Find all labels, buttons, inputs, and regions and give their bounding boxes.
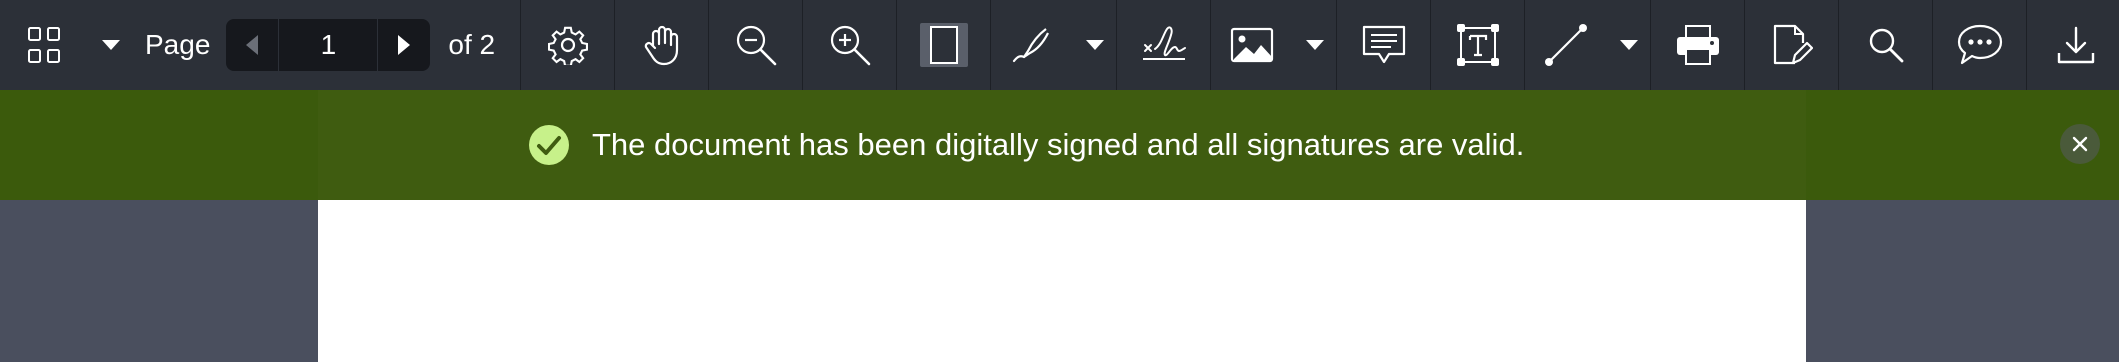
chevron-down-icon xyxy=(1619,40,1638,50)
zoom-out-icon xyxy=(736,25,776,66)
document-page[interactable] xyxy=(318,200,1806,362)
print-icon xyxy=(1676,25,1719,65)
search-button[interactable] xyxy=(1839,0,1933,90)
banner-close-button[interactable] xyxy=(2060,124,2100,164)
line-tool-button[interactable] xyxy=(1525,0,1607,90)
workspace-left xyxy=(0,200,318,362)
chevron-down-icon xyxy=(101,40,120,50)
zoom-out-button[interactable] xyxy=(709,0,803,90)
line-tool-dropdown-button[interactable] xyxy=(1607,0,1651,90)
zoom-in-icon xyxy=(830,25,870,66)
banner-message-row: The document has been digitally signed a… xyxy=(528,90,1524,200)
settings-gear-icon xyxy=(547,26,588,65)
comment-note-icon xyxy=(1362,25,1405,64)
download-icon xyxy=(2057,26,2094,64)
ink-pen-dropdown-button[interactable] xyxy=(1073,0,1117,90)
edit-document-icon xyxy=(1773,24,1813,65)
prev-page-icon xyxy=(246,35,259,55)
comment-note-button[interactable] xyxy=(1337,0,1431,90)
thumbnails-grid-icon xyxy=(28,27,60,63)
fit-page-icon xyxy=(919,23,968,67)
page-count-label: of 2 xyxy=(448,29,496,60)
print-button[interactable] xyxy=(1651,0,1745,90)
page-number-input[interactable] xyxy=(278,19,379,71)
image-dropdown-button[interactable] xyxy=(1293,0,1337,90)
chat-bubble-icon xyxy=(1957,24,2002,65)
main-toolbar: Page of 2 xyxy=(0,0,2119,90)
thumbnails-dropdown-button[interactable] xyxy=(88,0,133,90)
ink-pen-icon xyxy=(1012,28,1049,63)
signature-button[interactable] xyxy=(1117,0,1211,90)
zoom-in-button[interactable] xyxy=(803,0,897,90)
page-navigation: Page of 2 xyxy=(133,0,521,90)
download-button[interactable] xyxy=(2027,0,2119,90)
signature-status-banner: The document has been digitally signed a… xyxy=(0,90,2119,200)
banner-message: The document has been digitally signed a… xyxy=(592,127,1525,162)
close-icon xyxy=(2072,136,2088,152)
fit-page-button[interactable] xyxy=(897,0,991,90)
pan-hand-icon xyxy=(644,25,678,66)
image-icon xyxy=(1230,27,1274,63)
next-page-icon xyxy=(398,35,411,55)
prev-page-button[interactable] xyxy=(226,19,278,71)
text-box-button[interactable] xyxy=(1431,0,1525,90)
workspace-right xyxy=(1806,200,2119,362)
line-icon xyxy=(1545,24,1587,66)
chat-button[interactable] xyxy=(1933,0,2027,90)
image-button[interactable] xyxy=(1211,0,1293,90)
pager xyxy=(226,19,431,71)
search-icon xyxy=(1869,28,1903,63)
ink-pen-button[interactable] xyxy=(991,0,1073,90)
chevron-down-icon xyxy=(1085,40,1104,50)
next-page-button[interactable] xyxy=(378,19,430,71)
check-circle-icon xyxy=(529,125,569,165)
signature-icon xyxy=(1142,26,1186,60)
page-label: Page xyxy=(145,29,211,60)
thumbnails-button[interactable] xyxy=(0,0,88,90)
settings-button[interactable] xyxy=(521,0,615,90)
chevron-down-icon xyxy=(1305,40,1324,50)
edit-document-button[interactable] xyxy=(1745,0,1839,90)
text-box-icon xyxy=(1456,24,1499,66)
pan-tool-button[interactable] xyxy=(615,0,709,90)
